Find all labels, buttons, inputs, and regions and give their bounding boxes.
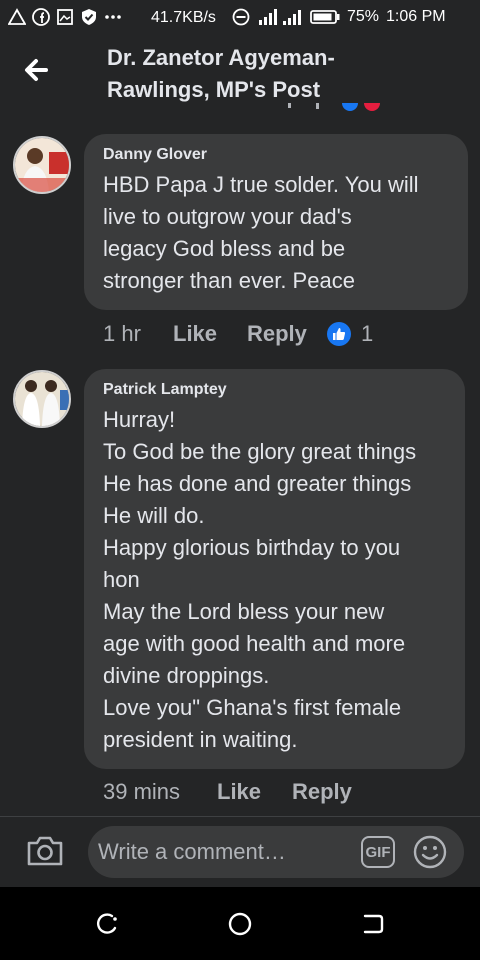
- comment-patrick-lamptey: Patrick Lamptey Hurray! To God be the gl…: [0, 369, 480, 815]
- comment-bubble[interactable]: Danny Glover HBD Papa J true solder. You…: [84, 134, 468, 310]
- arrow-left-icon[interactable]: [20, 54, 52, 86]
- system-navigation-bar: [0, 887, 480, 960]
- avatar[interactable]: [13, 370, 71, 428]
- comment-timestamp: 1 hr: [103, 321, 141, 346]
- avatar[interactable]: [13, 136, 71, 194]
- network-speed: 41.7KB/s: [151, 9, 216, 26]
- emoji-icon[interactable]: [413, 835, 447, 869]
- warning-icon: [8, 8, 26, 26]
- shield-icon: [80, 8, 98, 26]
- comment-text-line: legacy God bless and be: [103, 236, 346, 261]
- battery-icon: [310, 8, 340, 26]
- comment-input-placeholder: Write a comment…: [98, 839, 286, 864]
- comment-author[interactable]: Patrick Lamptey: [103, 381, 445, 399]
- clock: 1:06 PM: [386, 8, 446, 25]
- comment-text-line: To God be the glory great things: [103, 439, 417, 464]
- home-icon[interactable]: [227, 911, 253, 937]
- battery-percent: 75%: [347, 8, 380, 25]
- comment-bubble[interactable]: Patrick Lamptey Hurray! To God be the gl…: [84, 369, 465, 769]
- gallery-icon: [56, 8, 74, 26]
- comment-text-line: Love you" Ghana's first female: [103, 695, 402, 720]
- comment-actions: 39 mins Like Reply: [103, 779, 352, 805]
- partial-reactions: [288, 102, 388, 114]
- comment-text-line: hon: [103, 567, 140, 592]
- comment-danny-glover: Danny Glover HBD Papa J true solder. You…: [0, 134, 480, 350]
- comment-author[interactable]: Danny Glover: [103, 146, 448, 164]
- like-button[interactable]: Like: [173, 321, 247, 347]
- reply-button[interactable]: Reply: [247, 321, 327, 347]
- comment-text-line: Happy glorious birthday to you: [103, 535, 401, 560]
- comment-text-line: HBD Papa J true solder. You will: [103, 172, 419, 197]
- status-bar: 41.7KB/s 75% 1:06 PM: [0, 0, 480, 36]
- back-nav-icon[interactable]: [360, 911, 386, 937]
- like-reaction-icon[interactable]: [327, 322, 351, 346]
- do-not-disturb-icon: [232, 8, 250, 26]
- comment-text-line: stronger than ever. Peace: [103, 268, 355, 293]
- comment-text-line: age with good health and more: [103, 631, 406, 656]
- gif-button[interactable]: GIF: [361, 836, 395, 868]
- like-button[interactable]: Like: [217, 779, 292, 805]
- comment-actions: 1 hr Like Reply 1: [103, 321, 373, 347]
- comment-text-line: He will do.: [103, 503, 205, 528]
- comment-text-line: He has done and greater things: [103, 471, 412, 496]
- page-title: Dr. Zanetor Agyeman- Rawlings, MP's Post: [107, 42, 437, 106]
- comment-composer: Write a comment… GIF: [0, 817, 480, 887]
- facebook-icon: [32, 8, 50, 26]
- more-dots-icon: [104, 8, 122, 26]
- comment-text-line: divine droppings.: [103, 663, 270, 688]
- reply-button[interactable]: Reply: [292, 779, 352, 805]
- comment-text-line: live to outgrow your dad's: [103, 204, 352, 229]
- comment-text-line: president in waiting.: [103, 727, 298, 752]
- post-header: Dr. Zanetor Agyeman- Rawlings, MP's Post: [0, 36, 480, 114]
- signal-icon: [257, 8, 303, 26]
- recent-apps-icon[interactable]: [94, 911, 120, 937]
- page-title-line-1: Dr. Zanetor Agyeman-: [107, 45, 335, 70]
- comment-timestamp: 39 mins: [103, 779, 181, 804]
- camera-icon[interactable]: [26, 834, 64, 868]
- comment-text-line: May the Lord bless your new: [103, 599, 385, 624]
- comment-text-line: Hurray!: [103, 407, 176, 432]
- reaction-count[interactable]: 1: [361, 321, 373, 347]
- comment-input[interactable]: Write a comment… GIF: [88, 826, 464, 878]
